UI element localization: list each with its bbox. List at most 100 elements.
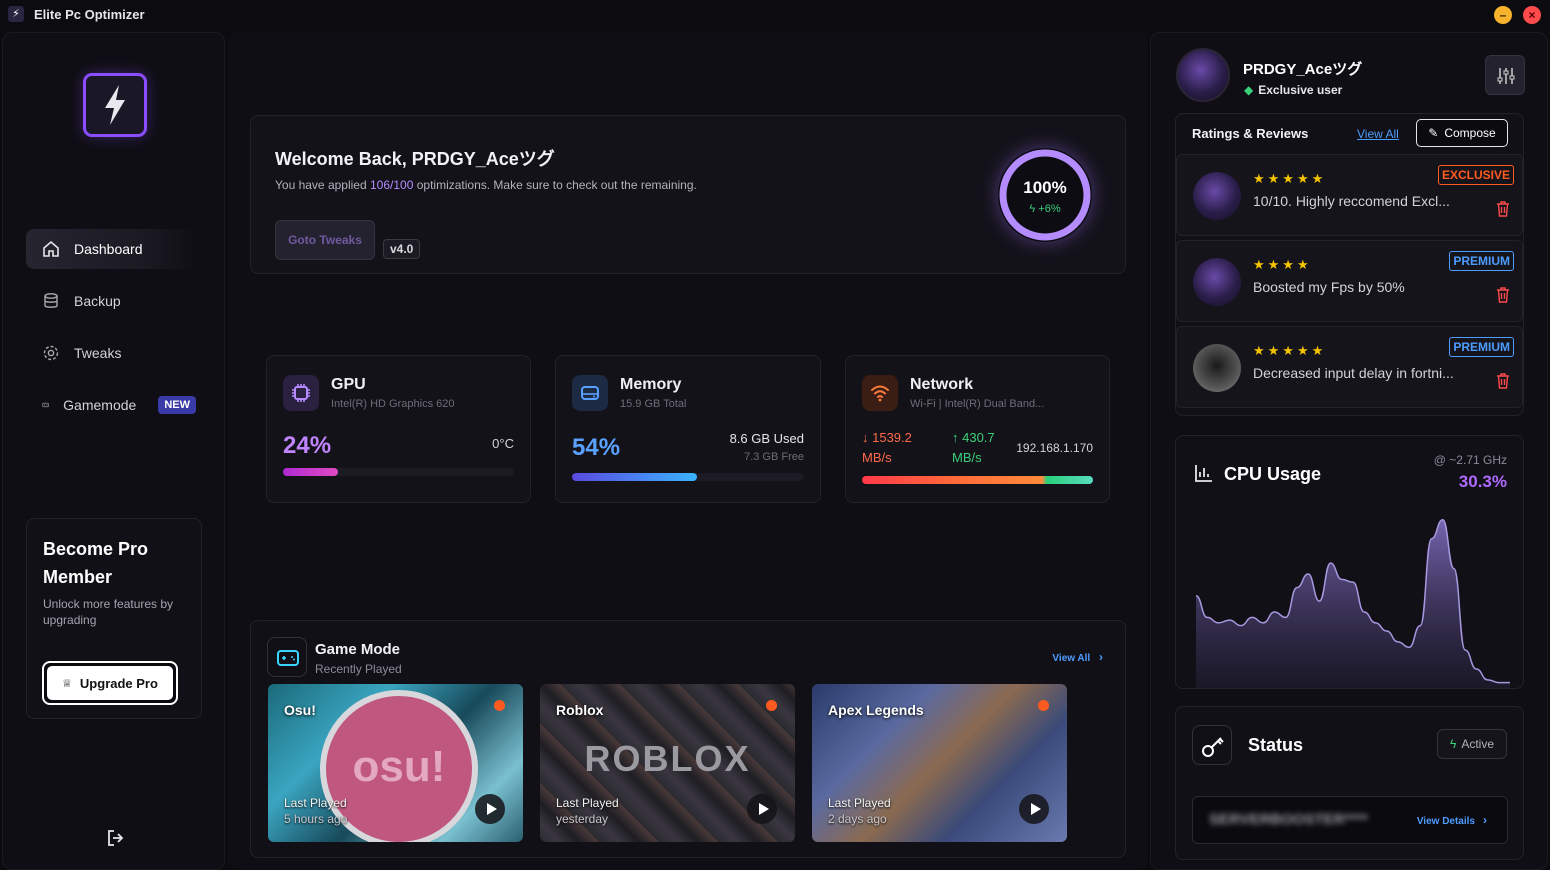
view-details-link[interactable]: View Details › (1417, 813, 1487, 827)
memory-bar-fill (572, 473, 698, 481)
optimization-percent: 100% (1023, 178, 1067, 197)
last-played-time: 2 days ago (828, 812, 887, 826)
close-icon[interactable]: × (1523, 6, 1541, 24)
live-dot (766, 700, 777, 711)
play-icon[interactable] (1019, 794, 1049, 824)
logout-icon[interactable] (105, 828, 125, 848)
gpu-title: GPU (331, 376, 366, 393)
memory-card: Memory 15.9 GB Total 54% 8.6 GB Used 7.3… (555, 355, 821, 503)
gpu-bar (283, 468, 514, 476)
last-played-time: yesterday (556, 812, 609, 826)
last-played-time: 5 hours ago (284, 812, 348, 826)
review-text: 10/10. Highly reccomend Excl... (1253, 193, 1450, 209)
gpu-card: GPU Intel(R) HD Graphics 620 24% 0°C (266, 355, 531, 503)
version-badge: v4.0 (383, 239, 421, 259)
cpu-frequency: @ ~2.71 GHz (1433, 453, 1507, 467)
premium-badge: PREMIUM (1449, 337, 1514, 357)
play-icon[interactable] (475, 794, 505, 824)
last-played-label: Last Played (828, 796, 891, 810)
status-active-badge: ϟ Active (1437, 729, 1507, 759)
memory-total: 15.9 GB Total (620, 398, 687, 410)
game-title: Apex Legends (828, 702, 924, 718)
upgrade-pro-button[interactable]: ♕ Upgrade Pro (42, 661, 178, 705)
network-down-unit: MB/s (862, 450, 892, 465)
game-card-roblox[interactable]: ROBLOX Roblox Last Played yesterday (540, 684, 795, 842)
network-down: ↓ 1539.2 (862, 430, 912, 445)
gamepad-icon (267, 637, 307, 677)
drive-icon (572, 375, 608, 411)
diamond-icon: ◆ (1244, 83, 1254, 97)
network-title: Network (910, 376, 974, 393)
last-played-label: Last Played (556, 796, 619, 810)
game-title: Roblox (556, 702, 604, 718)
reviews-title: Ratings & Reviews (1192, 126, 1309, 141)
optimization-delta: ϟ +6% (1029, 203, 1061, 215)
avatar[interactable] (1176, 48, 1230, 102)
star-rating: ★★★★★ (1253, 343, 1327, 358)
memory-title: Memory (620, 376, 682, 393)
trash-icon[interactable] (1496, 201, 1510, 217)
star-rating: ★★★★ (1253, 257, 1312, 272)
memory-percent: 54% (572, 434, 621, 461)
sidebar-item-dashboard[interactable]: Dashboard (26, 229, 196, 269)
network-up-unit: MB/s (952, 450, 982, 465)
bolt-icon: ϟ (1449, 737, 1457, 751)
new-badge: NEW (158, 396, 196, 414)
profile-tier: ◆ Exclusive user (1244, 83, 1343, 97)
game-title: Osu! (284, 702, 316, 718)
last-played-label: Last Played (284, 796, 347, 810)
cpu-title: CPU Usage (1224, 464, 1322, 484)
network-card: Network Wi-Fi | Intel(R) Dual Band... ↓ … (845, 355, 1110, 503)
review-item: ★★★★★ Decreased input delay in fortni...… (1176, 326, 1523, 408)
profile-name: PRDGY_Aceツグ (1243, 61, 1363, 78)
license-key-box: SERVERBOOSTER**** View Details › (1192, 796, 1508, 844)
sidebar-item-gamemode[interactable]: Gamemode NEW (26, 385, 196, 425)
review-item: ★★★★ Boosted my Fps by 50% PREMIUM (1176, 240, 1523, 322)
game-card-apex[interactable]: Apex Legends Last Played 2 days ago (812, 684, 1067, 842)
goto-tweaks-button[interactable]: Goto Tweaks (275, 220, 375, 260)
gamemode-sub: Recently Played (315, 662, 402, 676)
gpu-name: Intel(R) HD Graphics 620 (331, 398, 455, 410)
bar-chart-icon (1195, 465, 1212, 482)
applied-count: 106/100 (369, 178, 414, 192)
play-icon[interactable] (747, 794, 777, 824)
trash-icon[interactable] (1496, 373, 1510, 389)
minimize-icon[interactable]: – (1494, 6, 1512, 24)
pro-desc: Unlock more features by upgrading (43, 597, 174, 627)
trash-icon[interactable] (1496, 287, 1510, 303)
gamemode-view-all[interactable]: View All › (1052, 650, 1103, 664)
memory-free: 7.3 GB Free (744, 451, 804, 463)
gamepad-icon (42, 402, 49, 408)
welcome-title: Welcome Back, PRDGY_Aceツグ (275, 149, 555, 169)
app-bolt-icon: ⚡ (8, 6, 24, 22)
bolt-icon: ϟ (1029, 203, 1036, 215)
sidebar-item-label: Backup (74, 293, 121, 309)
wifi-icon (862, 375, 898, 411)
status-card: Status ϟ Active SERVERBOOSTER**** View De… (1175, 706, 1524, 860)
memory-used: 8.6 GB Used (729, 431, 804, 446)
sidebar-item-tweaks[interactable]: Tweaks (26, 333, 196, 373)
upgrade-pro-label: Upgrade Pro (79, 675, 158, 691)
avatar (1193, 172, 1241, 220)
reviews-view-all[interactable]: View All (1357, 127, 1399, 141)
cpu-percent: 30.3% (1458, 472, 1507, 491)
review-text: Boosted my Fps by 50% (1253, 279, 1405, 295)
sidebar-item-backup[interactable]: Backup (26, 281, 196, 321)
exclusive-badge: EXCLUSIVE (1437, 165, 1514, 185)
avatar (1193, 344, 1241, 392)
pro-title-line2: Member (43, 567, 113, 587)
live-dot (1038, 700, 1049, 711)
pro-title-line1: Become Pro (43, 539, 149, 559)
chip-icon (283, 375, 319, 411)
review-text: Decreased input delay in fortni... (1253, 365, 1454, 381)
roblox-logo: ROBLOX (584, 738, 751, 779)
network-up: ↑ 430.7 (952, 430, 995, 445)
sidebar-item-label: Dashboard (74, 241, 143, 257)
network-bar (862, 476, 1093, 484)
sidebar-item-label: Gamemode (63, 397, 137, 413)
bolt-icon (105, 85, 125, 125)
settings-sliders-icon[interactable] (1485, 55, 1525, 95)
game-card-osu[interactable]: osu! Osu! Last Played 5 hours ago (268, 684, 523, 842)
compose-button[interactable]: ✎ Compose (1416, 119, 1508, 147)
memory-bar (572, 473, 804, 481)
